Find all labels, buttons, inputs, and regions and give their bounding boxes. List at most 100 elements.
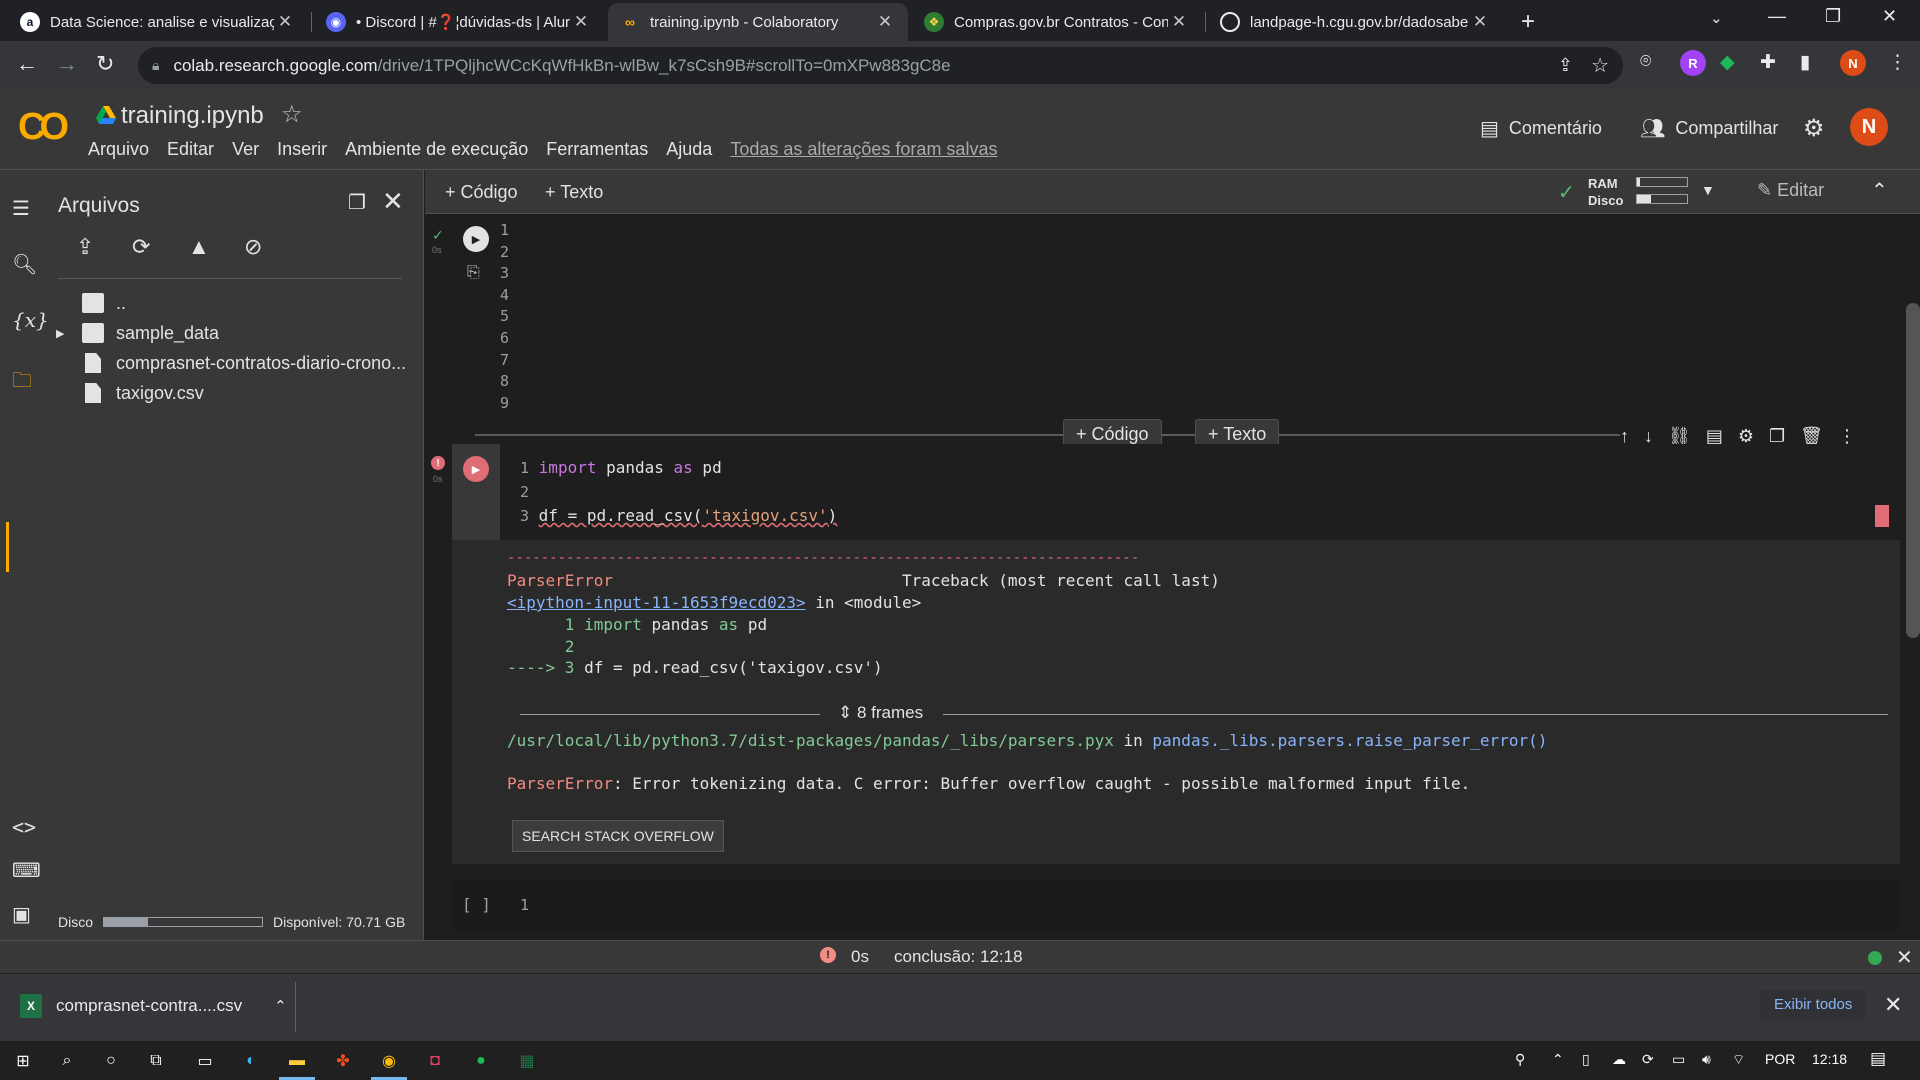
- back-arrow-icon[interactable]: ←: [16, 51, 38, 77]
- close-icon[interactable]: ✕: [1896, 945, 1913, 970]
- star-icon[interactable]: ☆: [281, 100, 303, 129]
- browser-tab-cgu[interactable]: landpage-h.cgu.gov.br/dadosabe ✕: [1208, 3, 1503, 41]
- chrome-menu-icon[interactable]: ⋮: [1888, 51, 1907, 74]
- expand-arrow-icon[interactable]: ▶: [56, 327, 70, 340]
- window-close-icon[interactable]: ✕: [1882, 6, 1897, 27]
- minimize-icon[interactable]: —: [1768, 6, 1786, 27]
- share-button[interactable]: 👥︎ Compartilhar: [1640, 116, 1778, 141]
- files-folder-icon[interactable]: 🗀: [12, 366, 32, 400]
- frames-toggle[interactable]: ⇕ 8 frames: [838, 703, 923, 723]
- tab-close-icon[interactable]: ✕: [274, 12, 296, 32]
- spotify-icon[interactable]: ●: [470, 1050, 492, 1072]
- extensions-puzzle-icon[interactable]: ✚: [1760, 51, 1776, 74]
- keyboard-app-icon[interactable]: ▭: [194, 1050, 216, 1072]
- download-item[interactable]: X comprasnet-contra....csv ⌃: [20, 994, 287, 1018]
- mount-drive-icon[interactable]: ▲: [188, 234, 210, 260]
- forward-arrow-icon[interactable]: →: [56, 51, 78, 77]
- new-tab-icon[interactable]: +: [1521, 8, 1535, 36]
- task-view-icon[interactable]: ⧉: [145, 1050, 167, 1072]
- settings-gear-icon[interactable]: ⚙: [1803, 114, 1825, 143]
- update-icon[interactable]: ⟳: [1642, 1051, 1654, 1068]
- windows-start-icon[interactable]: ⊞: [12, 1050, 34, 1072]
- show-all-button[interactable]: Exibir todos: [1760, 990, 1867, 1019]
- edge-icon[interactable]: ◐: [240, 1050, 262, 1072]
- output-redirect-icon[interactable]: ⎘: [467, 264, 480, 282]
- figma-icon[interactable]: ✤: [332, 1050, 354, 1072]
- menu-inserir[interactable]: Inserir: [277, 139, 327, 160]
- extension-diamond-icon[interactable]: ◆: [1720, 51, 1735, 74]
- run-cell-button[interactable]: ▶: [463, 456, 489, 482]
- avatar[interactable]: N: [1850, 108, 1888, 146]
- reload-icon[interactable]: ↻: [96, 51, 114, 77]
- cloud-icon[interactable]: ☁: [1612, 1051, 1626, 1068]
- tray-chevron-icon[interactable]: ⌃: [1552, 1051, 1564, 1068]
- colab-logo[interactable]: CO: [18, 106, 69, 149]
- file-row-comprasnet[interactable]: comprasnet-contratos-diario-crono...: [82, 350, 406, 376]
- menu-ferramentas[interactable]: Ferramentas: [546, 139, 648, 160]
- profile-avatar[interactable]: N: [1840, 50, 1866, 76]
- code-snippets-icon[interactable]: <>: [12, 815, 36, 839]
- close-icon[interactable]: ✕: [382, 186, 404, 217]
- ram-bar[interactable]: [1636, 177, 1688, 187]
- volume-icon[interactable]: 🔊︎: [1702, 1051, 1711, 1068]
- command-palette-icon[interactable]: ⌨: [12, 858, 41, 883]
- excel-icon[interactable]: ▦: [516, 1050, 538, 1072]
- search-stack-overflow-button[interactable]: SEARCH STACK OVERFLOW: [512, 820, 724, 852]
- file-explorer-icon[interactable]: ▬: [286, 1050, 308, 1072]
- terminal-icon[interactable]: ▣: [12, 902, 31, 927]
- input-link[interactable]: <ipython-input-11-1653f9ecd023>: [507, 593, 806, 612]
- tab-close-icon[interactable]: ✕: [874, 12, 896, 32]
- browser-tab-discord[interactable]: ◉ • Discord | #❓¦dúvidas-ds | Alur ✕: [314, 3, 604, 41]
- menu-ver[interactable]: Ver: [232, 139, 259, 160]
- variables-icon[interactable]: {x}: [12, 308, 49, 332]
- close-icon[interactable]: ✕: [1884, 992, 1902, 1018]
- hide-files-icon[interactable]: ⊘: [244, 234, 262, 260]
- cell-bracket[interactable]: [ ]: [462, 895, 491, 914]
- clock[interactable]: 12:18: [1812, 1051, 1847, 1067]
- resources-dropdown-icon[interactable]: ▼: [1701, 182, 1715, 198]
- tab-close-icon[interactable]: ✕: [570, 12, 592, 32]
- people-icon[interactable]: ⚲: [1515, 1051, 1525, 1068]
- tab-close-icon[interactable]: ✕: [1469, 12, 1491, 32]
- menu-ambiente[interactable]: Ambiente de execução: [345, 139, 528, 160]
- add-code-button[interactable]: + Código: [445, 182, 518, 203]
- saved-status[interactable]: Todas as alterações foram salvas: [730, 139, 997, 160]
- file-row-parent[interactable]: ..: [82, 290, 126, 316]
- upload-file-icon[interactable]: ⇪: [76, 234, 94, 260]
- device-icon[interactable]: ▯: [1582, 1051, 1590, 1068]
- cortana-icon[interactable]: ○: [100, 1050, 122, 1072]
- menu-arquivo[interactable]: Arquivo: [88, 139, 149, 160]
- notebook-title[interactable]: training.ipynb: [121, 102, 264, 130]
- restore-icon[interactable]: ❐: [1825, 6, 1841, 27]
- chrome-icon[interactable]: ◉: [378, 1050, 400, 1072]
- bookmark-star-icon[interactable]: ☆: [1591, 53, 1609, 78]
- edit-button[interactable]: ✎ Editar: [1757, 180, 1824, 201]
- extension-r-icon[interactable]: R: [1680, 50, 1706, 76]
- wifi-icon[interactable]: ⌔: [1732, 1051, 1745, 1069]
- side-panel-icon[interactable]: ▮: [1800, 51, 1810, 74]
- battery-icon[interactable]: ▭: [1672, 1051, 1685, 1068]
- comment-button[interactable]: ▤ Comentário: [1480, 116, 1602, 141]
- share-page-icon[interactable]: ⇪: [1558, 55, 1573, 76]
- language-indicator[interactable]: POR: [1765, 1051, 1795, 1067]
- popout-icon[interactable]: ❐: [348, 190, 366, 215]
- add-text-button[interactable]: + Texto: [545, 182, 603, 203]
- notifications-icon[interactable]: ▤: [1870, 1049, 1886, 1069]
- camera-extension-icon[interactable]: ⌾: [1640, 51, 1651, 73]
- menu-ajuda[interactable]: Ajuda: [666, 139, 712, 160]
- instagram-icon[interactable]: ◘: [424, 1050, 446, 1072]
- search-icon[interactable]: 🔍︎: [12, 252, 37, 277]
- scrollbar[interactable]: [1906, 303, 1920, 638]
- file-row-sample-data[interactable]: ▶ sample_data: [56, 320, 219, 346]
- table-of-contents-icon[interactable]: ☰: [12, 196, 30, 221]
- run-cell-button[interactable]: ▶: [463, 226, 489, 252]
- collapse-header-icon[interactable]: ⌃: [1871, 178, 1888, 203]
- browser-tab-alura[interactable]: a Data Science: analise e visualizaç ✕: [8, 3, 308, 41]
- disk-bar[interactable]: [1636, 194, 1688, 204]
- search-icon[interactable]: ⌕: [56, 1050, 78, 1072]
- browser-tab-colab[interactable]: ∞ training.ipynb - Colaboratory ✕: [608, 3, 908, 41]
- tab-search-icon[interactable]: ⌄: [1710, 9, 1723, 27]
- address-bar[interactable]: 🔒︎ colab.research.google.com/drive/1TPQl…: [138, 47, 1623, 84]
- empty-code-cell[interactable]: [ ] 1: [452, 880, 1900, 930]
- tab-close-icon[interactable]: ✕: [1168, 12, 1190, 32]
